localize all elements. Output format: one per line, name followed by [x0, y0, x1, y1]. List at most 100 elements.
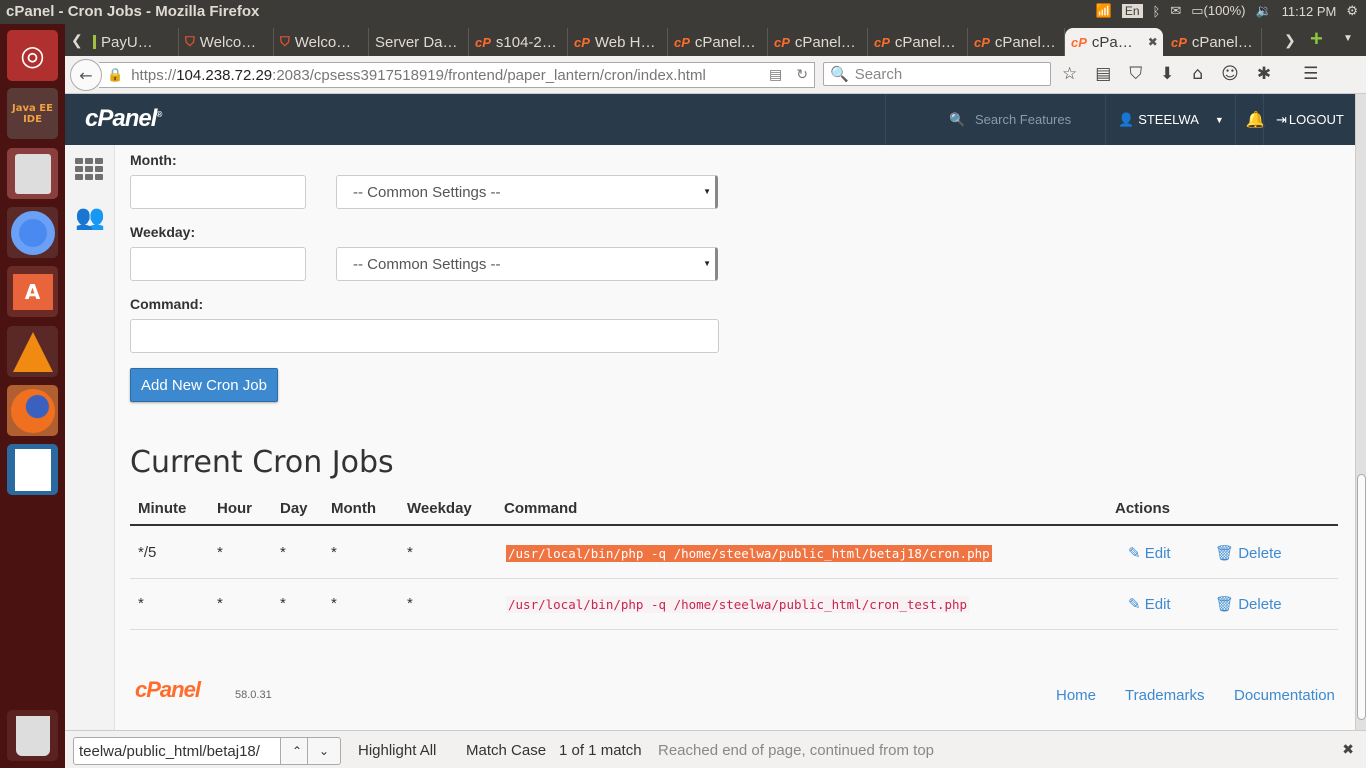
battery-indicator[interactable]: ▭(100%) [1191, 3, 1245, 19]
footer-link-trademarks[interactable]: Trademarks [1125, 687, 1204, 704]
launcher-software-center[interactable]: A [7, 266, 58, 317]
reload-icon[interactable]: ↻ [796, 66, 808, 83]
new-tab-plus-icon[interactable]: + [1310, 26, 1323, 52]
clock[interactable]: 11:12 PM [1282, 4, 1337, 19]
footer-link-home[interactable]: Home [1056, 687, 1096, 704]
edit-button[interactable]: ✎ Edit [1128, 544, 1171, 562]
tab-cpanel-3[interactable]: cP cPanel… [868, 28, 968, 56]
tab-cron-jobs-active[interactable]: cP cPa… ✖ [1065, 28, 1163, 56]
tab-cpanel-2[interactable]: cP cPanel… [768, 28, 868, 56]
page-scrollbar[interactable] [1355, 94, 1366, 730]
tab-server-dashboard[interactable]: Server Da… [369, 28, 469, 56]
cpanel-logo[interactable]: cPanel® [85, 105, 162, 133]
month-input[interactable] [130, 175, 306, 209]
match-case-toggle[interactable]: Match Case [466, 742, 546, 759]
delete-button[interactable]: 🗑 Delete [1215, 595, 1282, 613]
cpanel-icon: cP [874, 34, 890, 50]
footer-cpanel-logo: cPanel [135, 677, 201, 702]
launcher-firefox[interactable] [7, 385, 58, 436]
tab-cpanel-1[interactable]: cP cPanel… [668, 28, 768, 56]
downloads-icon[interactable]: ⬇ [1160, 64, 1174, 84]
java-ee-ide-icon: Java EE IDE [12, 102, 53, 125]
tab-welcome-1[interactable]: ⛉ Welco… [179, 28, 274, 56]
username: STEELWA [1138, 112, 1199, 127]
launcher-files[interactable] [7, 148, 58, 199]
url-bar[interactable]: 🔒 https://104.238.72.29:2083/cpsess39175… [99, 62, 815, 88]
delete-label: Delete [1238, 596, 1282, 613]
month-common-settings-select[interactable]: -- Common Settings -- ▼ [336, 175, 718, 209]
launcher-ubuntu-dash[interactable]: ◎ [7, 30, 58, 81]
cpanel-icon: cP [475, 34, 491, 50]
command-input[interactable] [130, 319, 719, 353]
logout-label: LOGOUT [1288, 112, 1344, 127]
tab-label: cPa… [1091, 33, 1133, 51]
delete-button[interactable]: 🗑 Delete [1215, 544, 1282, 562]
trash-icon: 🗑 [1215, 596, 1235, 613]
logout-button[interactable]: ⇥ LOGOUT [1263, 94, 1355, 145]
lock-icon[interactable]: 🔒 [107, 67, 123, 83]
edit-label: Edit [1144, 596, 1171, 613]
table-row: */5 * * * * /usr/local/bin/php -q /home/… [130, 528, 1338, 579]
tab-welcome-2[interactable]: ⛉ Welco… [274, 28, 369, 56]
tab-cpanel-4[interactable]: cP cPanel… [968, 28, 1065, 56]
tab-close-icon[interactable]: ✖ [1148, 35, 1158, 49]
power-icon[interactable]: ⚙ [1346, 3, 1358, 19]
url-scheme: https:// [131, 66, 177, 84]
tab-web-hosting[interactable]: cP Web H… [568, 28, 668, 56]
grid-apps-icon[interactable] [75, 158, 104, 180]
pocket-icon[interactable]: ⛉ [1129, 64, 1142, 84]
keyboard-layout-indicator[interactable]: En [1121, 4, 1143, 18]
find-query: teelwa/public_html/betaj18/ [79, 742, 260, 760]
browser-search-input[interactable]: 🔍 Search [823, 62, 1051, 86]
tab-label: Welco… [199, 33, 257, 51]
hamburger-menu-icon[interactable]: ☰ [1303, 64, 1318, 84]
back-button[interactable]: ← [70, 59, 102, 91]
tab-label: cPanel… [794, 33, 856, 51]
find-input[interactable]: teelwa/public_html/betaj18/ [73, 737, 281, 765]
hello-chat-icon[interactable]: ☺ [1221, 64, 1239, 84]
launcher-java-ee-ide[interactable]: Java EE IDE [7, 88, 58, 139]
close-find-bar-icon[interactable]: ✖ [1342, 741, 1354, 758]
user-menu[interactable]: 👤 STEELWA ▼ [1105, 94, 1235, 145]
tab-s104[interactable]: cP s104-2… [469, 28, 568, 56]
cpanel-side-nav: 👥 [65, 145, 115, 730]
tabs-scroll-left-icon[interactable]: ❮ [71, 32, 83, 49]
edit-button[interactable]: ✎ Edit [1128, 595, 1171, 613]
cell-weekday: * [407, 544, 413, 561]
weekday-label: Weekday: [130, 224, 196, 240]
find-next-button[interactable]: ⌄ [307, 737, 341, 765]
launcher-vlc[interactable] [7, 326, 58, 377]
launcher-trash[interactable] [7, 710, 58, 761]
edit-label: Edit [1144, 545, 1171, 562]
mail-icon[interactable]: ✉ [1170, 3, 1181, 19]
weekday-common-settings-select[interactable]: -- Common Settings -- ▼ [336, 247, 718, 281]
col-minute: Minute [138, 500, 187, 517]
notifications-button[interactable]: 🔔 [1235, 94, 1265, 145]
home-icon[interactable]: ⌂ [1192, 64, 1203, 84]
reader-view-icon[interactable]: ▤ [769, 66, 782, 83]
launcher-libreoffice-impress[interactable] [7, 444, 58, 495]
footer-link-documentation[interactable]: Documentation [1234, 687, 1335, 704]
launcher-chromium[interactable] [7, 207, 58, 258]
url-path: :2083/cpsess3917518919/frontend/paper_la… [272, 66, 706, 84]
cell-command: /usr/local/bin/php -q /home/steelwa/publ… [506, 545, 992, 562]
users-group-icon[interactable]: 👥 [75, 203, 105, 231]
weekday-input[interactable] [130, 247, 306, 281]
tab-payu[interactable]: PayU… [87, 28, 179, 56]
tab-cpanel-5[interactable]: cP cPanel… [1165, 28, 1262, 56]
bookmark-star-icon[interactable]: ☆ [1062, 64, 1077, 84]
window-title: cPanel - Cron Jobs - Mozilla Firefox [6, 3, 260, 20]
search-features-placeholder: Search Features [975, 112, 1072, 127]
addon-icon[interactable]: ✱ [1257, 64, 1271, 84]
highlight-all-toggle[interactable]: Highlight All [358, 742, 436, 759]
scrollbar-thumb[interactable] [1357, 474, 1366, 720]
chromium-icon [10, 210, 55, 255]
tab-list-dropdown-icon[interactable]: ▼ [1343, 33, 1353, 44]
search-features-input[interactable]: 🔍 Search Features [885, 94, 1105, 145]
volume-icon[interactable]: 🔉 [1255, 3, 1271, 19]
tabs-scroll-right-icon[interactable]: ❯ [1284, 32, 1296, 49]
bluetooth-icon[interactable]: ᛒ [1153, 4, 1161, 19]
add-new-cron-job-button[interactable]: Add New Cron Job [130, 368, 278, 402]
wifi-icon[interactable]: 📶 [1096, 3, 1112, 19]
bookmarks-menu-icon[interactable]: ▤ [1095, 64, 1111, 84]
